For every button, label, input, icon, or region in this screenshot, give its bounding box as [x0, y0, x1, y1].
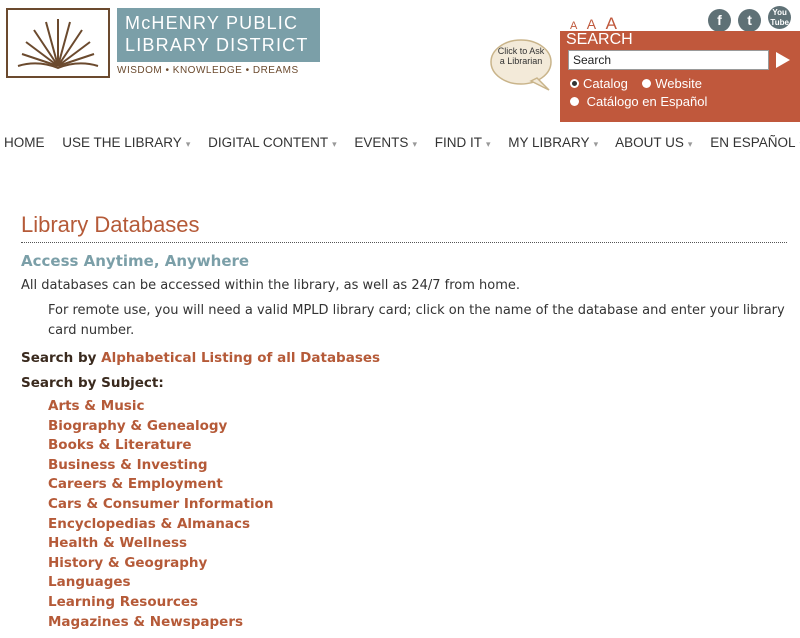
subject-link[interactable]: Business & Investing [48, 456, 787, 476]
radio-catalog-label: Catalog [583, 76, 628, 91]
caret-down-icon: ▾ [593, 139, 599, 149]
book-fan-logo-icon [6, 8, 110, 78]
nav-label: USE THE LIBRARY [62, 135, 182, 150]
subject-link[interactable]: Cars & Consumer Information [48, 495, 787, 515]
nav-find-it[interactable]: FIND IT ▾ [435, 135, 491, 150]
facebook-icon[interactable]: f [708, 9, 731, 32]
page-title: Library Databases [21, 212, 787, 243]
radio-selected-icon [570, 79, 579, 88]
nav-label: EN ESPAÑOL [710, 135, 796, 150]
search-input[interactable]: Search [568, 50, 769, 70]
nav-label: EVENTS [354, 135, 409, 150]
subject-link[interactable]: Health & Wellness [48, 534, 787, 554]
radio-catalogo-label: Catálogo en Español [586, 94, 708, 109]
subject-link[interactable]: Arts & Music [48, 397, 787, 417]
nav-label: MY LIBRARY [508, 135, 590, 150]
ask-librarian-button[interactable]: Click to Ask a Librarian [489, 38, 553, 91]
nav-about-us[interactable]: ABOUT US ▾ [615, 135, 692, 150]
subject-link[interactable]: Careers & Employment [48, 475, 787, 495]
subject-link[interactable]: Biography & Genealogy [48, 417, 787, 437]
library-logo[interactable]: McHENRY PUBLIC LIBRARY DISTRICT WISDOM •… [6, 8, 320, 82]
subject-link[interactable]: Learning Resources [48, 593, 787, 613]
social-links: f t You Tube [706, 6, 792, 32]
intro-text: All databases can be accessed within the… [21, 278, 521, 293]
radio-unselected-icon [570, 97, 579, 106]
search-submit-arrow-icon[interactable] [776, 52, 790, 68]
nav-label: DIGITAL CONTENT [208, 135, 329, 150]
logo-line1: McHENRY PUBLIC [125, 13, 299, 33]
nav-home[interactable]: HOME [4, 135, 45, 150]
subject-link[interactable]: Languages [48, 573, 787, 593]
remote-use-text: For remote use, you will need a valid MP… [48, 303, 785, 338]
logo-name-block: McHENRY PUBLIC LIBRARY DISTRICT [117, 8, 320, 62]
main-content: Library Databases Access Anytime, Anywhe… [21, 212, 787, 632]
caret-down-icon: ▾ [687, 139, 693, 149]
search-scope-options: Catalog Website Catálogo en Español [570, 75, 707, 111]
nav-home-label: HOME [4, 135, 45, 150]
radio-unselected-icon [642, 79, 652, 88]
main-navigation: HOME USE THE LIBRARY ▾ DIGITAL CONTENT ▾ E… [4, 135, 800, 150]
radio-catalog[interactable]: Catalog [570, 76, 628, 91]
radio-catalogo-espanol[interactable]: Catálogo en Español [570, 94, 707, 109]
subject-link[interactable]: Books & Literature [48, 436, 787, 456]
logo-tagline: WISDOM • KNOWLEDGE • DREAMS [117, 65, 299, 76]
subject-link[interactable]: Magazines & Newspapers [48, 613, 787, 633]
font-size-medium-button[interactable]: A [587, 16, 596, 32]
caret-down-icon: ▾ [185, 139, 191, 149]
search-by-prefix: Search by [21, 350, 97, 366]
radio-website[interactable]: Website [642, 76, 702, 91]
caret-down-icon: ▾ [412, 139, 417, 149]
nav-events[interactable]: EVENTS ▾ [354, 135, 417, 150]
nav-label: ABOUT US [615, 135, 684, 150]
subject-list: Arts & Music Biography & Genealogy Books… [48, 397, 787, 632]
logo-line2: LIBRARY DISTRICT [125, 35, 309, 55]
ask-librarian-text: Click to Ask a Librarian [497, 46, 545, 66]
caret-down-icon: ▾ [485, 139, 491, 149]
subject-link[interactable]: Encyclopedias & Almanacs [48, 515, 787, 535]
nav-en-espanol[interactable]: EN ESPAÑOL▾ [710, 135, 800, 150]
search-by-subject-heading: Search by Subject: [21, 375, 164, 391]
nav-digital-content[interactable]: DIGITAL CONTENT ▾ [208, 135, 337, 150]
search-panel: SEARCH Search Catalog Website Catálogo e… [560, 31, 800, 122]
page-subtitle: Access Anytime, Anywhere [21, 252, 250, 270]
radio-website-label: Website [655, 76, 702, 91]
twitter-icon[interactable]: t [738, 9, 762, 32]
alphabetical-listing-link[interactable]: Alphabetical Listing of all Databases [101, 350, 380, 366]
nav-label: FIND IT [434, 135, 482, 150]
subject-link[interactable]: History & Geography [48, 554, 787, 574]
search-label: SEARCH [566, 31, 633, 48]
nav-use-the-library[interactable]: USE THE LIBRARY ▾ [62, 135, 190, 150]
caret-down-icon: ▾ [332, 139, 337, 149]
nav-my-library[interactable]: MY LIBRARY ▾ [508, 135, 598, 150]
search-by-alpha: Search by Alphabetical Listing of all Da… [21, 350, 787, 366]
youtube-icon[interactable]: You Tube [768, 6, 792, 29]
